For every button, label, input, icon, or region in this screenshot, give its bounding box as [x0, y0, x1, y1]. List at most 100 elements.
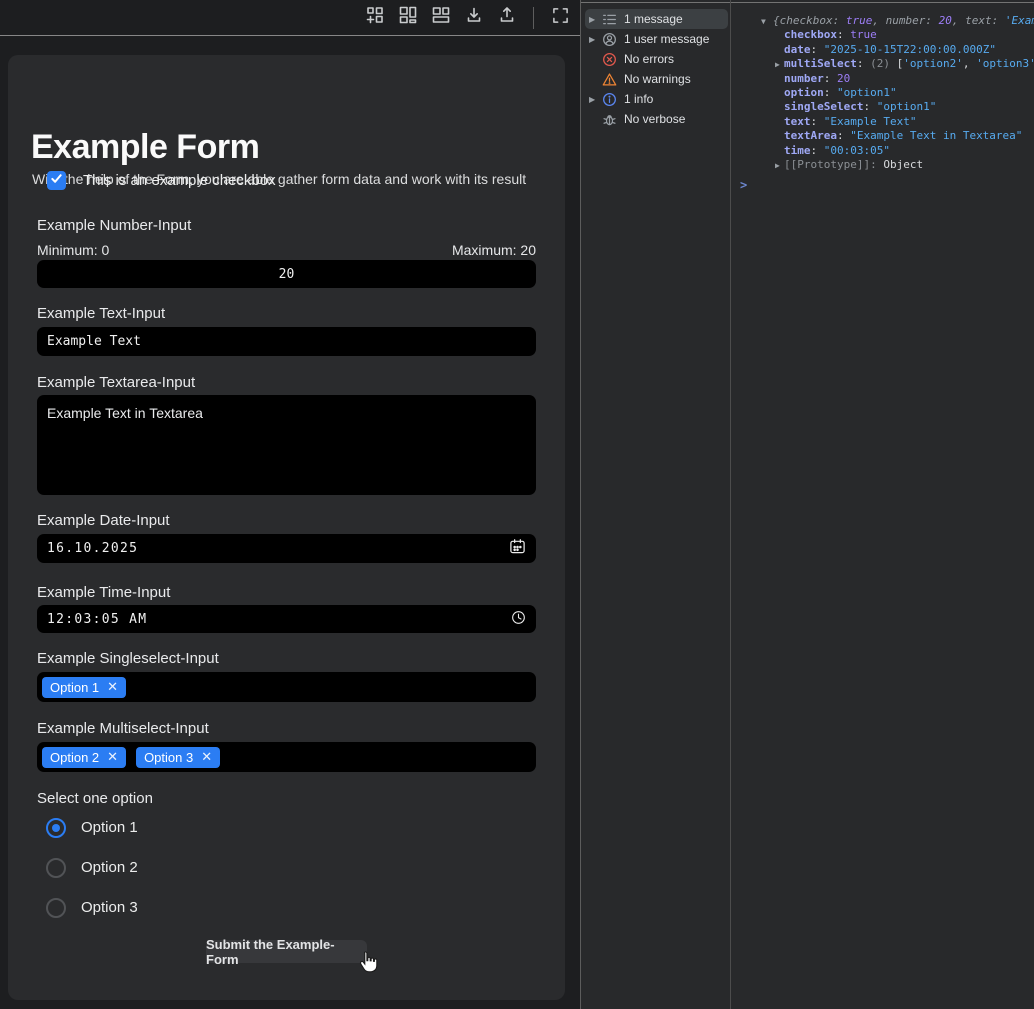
console-token: textArea [784, 129, 837, 142]
info-icon [602, 92, 617, 107]
singleselect-input-label: Example Singleselect-Input [37, 650, 219, 667]
expand-arrow-icon[interactable]: ▶ [589, 15, 602, 24]
time-input[interactable]: 12:03:05 AM [37, 605, 536, 633]
sidebar-item-user-messages[interactable]: ▶ 1 user message [585, 29, 728, 49]
example-checkbox-row: This is an example checkbox [47, 171, 276, 190]
radio-group-label: Select one option [37, 790, 153, 807]
date-input-value: 16.10.2025 [47, 541, 138, 556]
console-token: : [863, 100, 876, 113]
add-panel-button[interactable] [365, 8, 385, 28]
radio-option-3[interactable] [46, 898, 66, 918]
console-line: checkbox: true [731, 28, 1034, 42]
app-window: Example Form With the help of the Form, … [0, 0, 1034, 1009]
chip-label: Option 3 [144, 750, 193, 765]
layout-grid-button[interactable] [398, 8, 418, 28]
console-token: true [850, 28, 877, 41]
console-token: date [784, 43, 811, 56]
sidebar-item-verbose[interactable]: ▶ No verbose [585, 109, 728, 129]
sidebar-item-info[interactable]: ▶ 1 info [585, 89, 728, 109]
date-input[interactable]: 16.10.2025 [37, 534, 536, 563]
console-token: 20 [837, 72, 850, 85]
upload-button[interactable] [497, 8, 517, 28]
console-token: multiSelect [784, 57, 857, 70]
calendar-icon[interactable] [509, 538, 526, 559]
radio-option-label: Option 3 [81, 899, 138, 916]
console-token: : [857, 57, 870, 70]
layout-rows-button[interactable] [431, 8, 451, 28]
radio-option-row: Option 2 [46, 857, 138, 878]
collapse-arrow-icon[interactable]: ▼ [761, 15, 766, 29]
console-line: textArea: "Example Text in Textarea" [731, 129, 1034, 143]
text-input[interactable]: Example Text [37, 327, 536, 356]
multiselect-chip[interactable]: Option 2 ✕ [42, 747, 126, 768]
console-token: [[Prototype]] [784, 158, 870, 171]
number-input-label: Example Number-Input [37, 217, 191, 234]
console-token: , [952, 14, 965, 27]
date-input-label: Example Date-Input [37, 512, 170, 529]
console-token: "00:03:05" [824, 144, 890, 157]
console-pane: ▶ 1 message ▶ 1 user message ▶ No errors… [580, 0, 1034, 1009]
multiselect-chip[interactable]: Option 3 ✕ [136, 747, 220, 768]
expand-arrow-icon[interactable]: ▶ [775, 58, 780, 72]
console-token: number [784, 72, 824, 85]
layout-rows-icon [432, 6, 450, 29]
submit-button[interactable]: Submit the Example-Form [206, 940, 367, 963]
expand-arrow-icon[interactable]: ▶ [589, 35, 602, 44]
expand-arrow-icon[interactable]: ▶ [775, 159, 780, 173]
number-input[interactable]: 20 [37, 260, 536, 288]
chip-label: Option 2 [50, 750, 99, 765]
download-button[interactable] [464, 8, 484, 28]
sidebar-item-messages[interactable]: ▶ 1 message [585, 9, 728, 29]
add-panel-icon [366, 6, 384, 29]
singleselect-chip[interactable]: Option 1 ✕ [42, 677, 126, 698]
layout-grid-icon [399, 6, 417, 29]
console-line: singleSelect: "option1" [731, 100, 1034, 114]
chip-remove-icon[interactable]: ✕ [107, 749, 118, 765]
textarea-input[interactable]: Example Text in Textarea [37, 395, 536, 495]
prompt-chevron-icon: > [740, 178, 747, 192]
sidebar-item-label: 1 info [624, 92, 653, 106]
console-token: text [784, 115, 811, 128]
sidebar-item-warnings[interactable]: ▶ No warnings [585, 69, 728, 89]
list-icon [602, 12, 617, 27]
console-token: , [963, 57, 976, 70]
clock-icon[interactable] [511, 610, 526, 629]
radio-option-row: Option 1 [46, 817, 138, 838]
example-form-card: Example Form With the help of the Form, … [8, 55, 565, 1000]
console-token: , [872, 14, 885, 27]
upload-icon [498, 6, 516, 29]
chip-remove-icon[interactable]: ✕ [107, 679, 118, 695]
console-token: Object [883, 158, 923, 171]
panel-toolbar [0, 0, 580, 36]
sidebar-item-errors[interactable]: ▶ No errors [585, 49, 728, 69]
error-icon [602, 52, 617, 67]
bug-icon [602, 112, 617, 127]
fullscreen-button[interactable] [550, 8, 570, 28]
radio-option-2[interactable] [46, 858, 66, 878]
singleselect-input[interactable]: Option 1 ✕ [37, 672, 536, 702]
sidebar-item-label: 1 message [624, 12, 683, 26]
console-token: checkbox [784, 28, 837, 41]
radio-option-row: Option 3 [46, 897, 138, 918]
multiselect-input[interactable]: Option 2 ✕ Option 3 ✕ [37, 742, 536, 772]
console-token: "Example Text in Textarea" [850, 129, 1022, 142]
console-token: "option1" [837, 86, 897, 99]
console-line: date: "2025-10-15T22:00:00.000Z" [731, 43, 1034, 57]
console-token: time [784, 144, 811, 157]
chip-remove-icon[interactable]: ✕ [201, 749, 212, 765]
console-token: : [811, 43, 824, 56]
radio-option-1[interactable] [46, 818, 66, 838]
console-token: "option1" [877, 100, 937, 113]
console-token: true [846, 14, 873, 27]
expand-arrow-icon[interactable]: ▶ [589, 95, 602, 104]
console-token: : [837, 129, 850, 142]
console-prompt[interactable]: > [731, 178, 1034, 192]
console-sidebar: ▶ 1 message ▶ 1 user message ▶ No errors… [581, 0, 730, 1009]
sidebar-item-label: No verbose [624, 112, 685, 126]
console-line: ▼{checkbox: true, number: 20, text: 'Exa… [731, 14, 1034, 28]
example-checkbox[interactable] [47, 171, 66, 190]
console-token: "Example Text" [824, 115, 917, 128]
radio-option-label: Option 1 [81, 819, 138, 836]
checkbox-label: This is an example checkbox [83, 172, 276, 189]
console-token: "2025-10-15T22:00:00.000Z" [824, 43, 996, 56]
